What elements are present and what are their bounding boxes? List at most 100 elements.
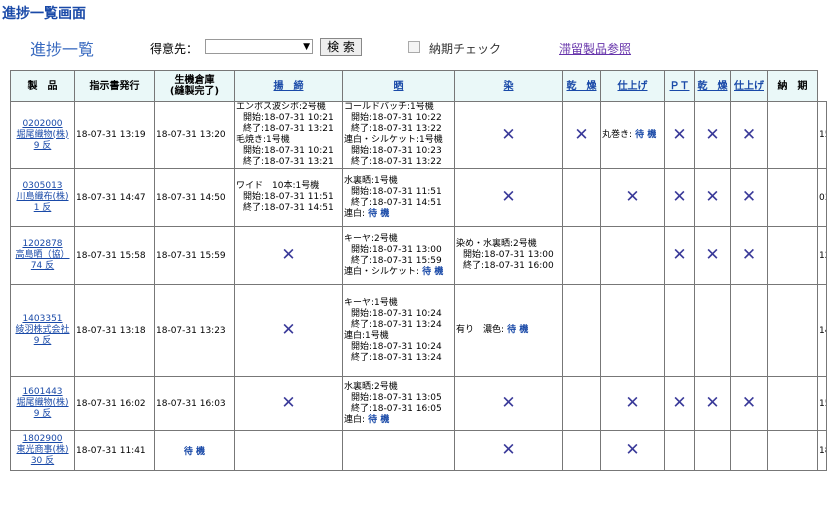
product-qty[interactable]: 74 反 [12,261,73,272]
cross-icon: ✕ [672,124,687,145]
process-line: 開始:18-07-31 13:00 [351,244,442,255]
col-header-process-4[interactable]: 乾 燥 [562,70,601,102]
product-qty[interactable]: 1 反 [12,203,73,214]
product-customer[interactable]: 高島晒（協） [12,250,73,261]
process-cell: 有り 濃色: 待 機 [454,284,563,377]
process-line: キーヤ:1号機 [344,297,398,308]
product-customer[interactable]: 堀尾織物(株) [12,130,73,141]
deadline-checkbox[interactable] [408,41,420,53]
product-code[interactable]: 0305013 [12,181,73,192]
product-cell[interactable]: 0305013 川島織布(株) 1 反 [10,168,75,227]
process-cell [767,284,818,377]
product-code[interactable]: 1403351 [12,314,73,325]
issued-date: 18-07-31 13:18 [74,284,155,377]
due-date: 12-04-27 [817,226,827,285]
col-header-process-1[interactable]: 揚 締 [234,70,343,102]
cross-icon: ✕ [672,393,687,413]
process-cell: ワイド 10本:1号機 開始:18-07-31 11:51 終了:18-07-31 … [234,168,343,227]
warehouse-date: 待 機 [154,430,235,471]
table-header-row: 製 品 指示書発行 生機倉庫 (縫製完了) 揚 締 晒 染 乾 燥 仕上げ ＰＴ… [10,70,827,102]
process-cell [767,376,818,431]
search-button[interactable]: 検 索 [320,38,362,56]
cross-icon: ✕ [501,440,516,460]
product-qty[interactable]: 30 反 [12,456,73,467]
process-cell: ✕ [600,430,665,471]
wait-status: 待 機 [183,447,206,457]
issued-date: 18-07-31 11:41 [74,430,155,471]
process-cell [664,430,695,471]
product-qty[interactable]: 9 反 [12,336,73,347]
warehouse-date: 18-07-31 13:23 [154,284,235,377]
toolbar: 進捗一覧 得意先： ▼ 検 索 納期チェック 滞留製品参照 [0,34,829,60]
table-row: 1202878 高島晒（協） 74 反 18-07-31 15:58 18-07-31 … [10,226,827,285]
product-code[interactable]: 0202000 [12,119,73,130]
product-cell[interactable]: 1202878 高島晒（協） 74 反 [10,226,75,285]
process-label: 有り 濃色: [456,325,505,335]
col-header-process-5[interactable]: 仕上げ [600,70,665,102]
process-line: 開始:18-07-31 10:22 [351,113,442,123]
cross-icon: ✕ [501,187,516,207]
process-line: キーヤ:2号機 [344,233,398,244]
process-cell: ✕ [600,168,665,227]
product-code[interactable]: 1202878 [12,239,73,250]
col-header-process-3[interactable]: 染 [454,70,563,102]
deadline-check-label: 納期チェック [429,42,502,56]
warehouse-date: 18-07-31 14:50 [154,168,235,227]
cross-icon: ✕ [574,124,589,145]
process-cell [342,430,455,471]
process-cell: キーヤ:2号機 開始:18-07-31 13:00 終了:18-07-31 15:5… [342,226,455,285]
process-cell: ✕ [234,376,343,431]
product-cell[interactable]: 0202000 堀尾織物(株) 9 反 [10,101,75,169]
product-cell[interactable]: 1802900 東光商事(株) 30 反 [10,430,75,471]
process-cell: 水裏晒:1号機 開始:18-07-31 11:51 終了:18-07-31 14:5… [342,168,455,227]
process-cell [562,376,601,431]
screen-heading: 進捗一覧 [30,40,95,59]
cross-icon: ✕ [501,393,516,413]
product-qty[interactable]: 9 反 [12,409,73,420]
col-header-process-6[interactable]: ＰＴ [664,70,695,102]
col-header-process-8[interactable]: 仕上げ [730,70,768,102]
held-products-link[interactable]: 滞留製品参照 [559,40,631,57]
process-line: 終了:18-07-31 13:22 [351,157,442,167]
product-customer[interactable]: 東光商事(株) [12,445,73,456]
cross-icon: ✕ [741,245,757,265]
process-line: 終了:18-07-31 13:22 [351,124,442,134]
process-cell: 水裏晒:2号機 開始:18-07-31 13:05 終了:18-07-31 16:0… [342,376,455,431]
process-cell: ✕ [454,168,563,227]
process-cell: ✕ [730,376,768,431]
due-date: 15-11-28 [817,376,827,431]
process-cell: ✕ [664,168,695,227]
product-customer[interactable]: 堀尾織物(株) [12,398,73,409]
process-cell: ✕ [454,101,563,169]
process-line: ワイド 10本:1号機 [236,181,320,191]
process-cell: コールドバッチ:1号機 開始:18-07-31 10:22 終了:18-07-31 … [342,101,455,169]
process-status: 連白・シルケット: 待 機 [344,267,453,278]
cross-icon: ✕ [281,245,296,265]
table-row: 0202000 堀尾織物(株) 9 反 18-07-31 13:19 18-07-31 … [10,101,827,169]
product-code[interactable]: 1601443 [12,387,73,398]
col-header-process-7[interactable]: 乾 燥 [694,70,731,102]
cross-icon: ✕ [281,320,296,340]
process-line: 開始:18-07-31 10:24 [351,308,442,319]
process-line: 終了:18-07-31 14:51 [243,203,334,213]
wait-status: 待 機 [365,208,390,219]
cross-icon: ✕ [741,187,757,207]
process-line: 終了:18-07-31 16:00 [463,261,554,271]
process-cell [694,430,731,471]
cross-icon: ✕ [705,245,720,265]
product-qty[interactable]: 9 反 [12,141,73,152]
customer-select[interactable]: ▼ [205,39,313,54]
product-customer[interactable]: 綾羽株式会社 [12,325,73,336]
wait-status: 待 機 [504,325,529,335]
table-row: 1802900東光商事(株)30 反18-07-31 11:41 待 機 ✕ ✕ 18-… [10,430,827,471]
product-cell[interactable]: 1403351 綾羽株式会社 9 反 [10,284,75,377]
process-cell: キーヤ:1号機 開始:18-07-31 10:24 終了:18-07-31 13:2… [342,284,455,377]
product-cell[interactable]: 1601443 堀尾織物(株) 9 反 [10,376,75,431]
cross-icon: ✕ [625,393,640,413]
product-customer[interactable]: 川島織布(株) [12,192,73,203]
product-code[interactable]: 1802900 [12,434,73,445]
issued-date: 18-07-31 15:58 [74,226,155,285]
chevron-down-icon: ▼ [303,42,310,52]
col-header-process-2[interactable]: 晒 [342,70,455,102]
cross-icon: ✕ [741,393,757,413]
